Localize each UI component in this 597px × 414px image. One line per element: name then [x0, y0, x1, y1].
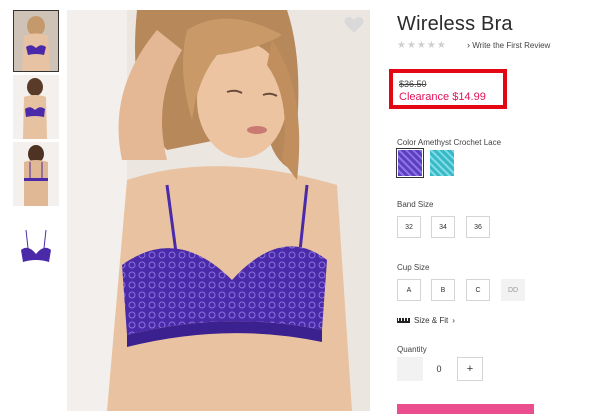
- thumbnail-1[interactable]: [13, 10, 59, 72]
- cup-size-dd[interactable]: DD: [501, 279, 525, 301]
- size-fit-link[interactable]: Size & Fit ›: [397, 316, 455, 325]
- original-price: $36.50: [399, 79, 427, 89]
- quantity-decrement-button[interactable]: [397, 357, 423, 381]
- band-size-label: Band Size: [397, 200, 434, 209]
- price-highlight-box: $36.50 Clearance $14.99: [389, 69, 507, 109]
- quantity-label: Quantity: [397, 345, 427, 354]
- cup-size-c[interactable]: C: [466, 279, 490, 301]
- swatch-teal[interactable]: [430, 150, 454, 176]
- product-title: Wireless Bra: [397, 13, 513, 35]
- thumbnail-3[interactable]: [13, 142, 59, 206]
- quantity-value[interactable]: 0: [424, 357, 454, 381]
- cup-size-a[interactable]: A: [397, 279, 421, 301]
- cup-size-label: Cup Size: [397, 263, 430, 272]
- size-fit-label: Size & Fit: [414, 316, 449, 325]
- write-review-link[interactable]: › Write the First Review: [467, 40, 550, 50]
- thumbnail-4[interactable]: [13, 224, 59, 268]
- add-to-bag-button[interactable]: [397, 404, 534, 414]
- heart-icon[interactable]: [343, 15, 365, 35]
- thumbnail-2[interactable]: [13, 75, 59, 139]
- main-product-image: [67, 10, 370, 411]
- clearance-price: Clearance $14.99: [399, 91, 486, 103]
- band-size-36[interactable]: 36: [466, 216, 490, 238]
- ruler-icon: [397, 318, 410, 323]
- rating-stars: ★★★★★: [397, 40, 447, 51]
- swatch-amethyst[interactable]: [396, 148, 424, 178]
- band-size-34[interactable]: 34: [431, 216, 455, 238]
- quantity-increment-button[interactable]: +: [457, 357, 483, 381]
- review-link-label: Write the First Review: [472, 41, 551, 50]
- band-size-32[interactable]: 32: [397, 216, 421, 238]
- chevron-right-icon: ›: [452, 316, 455, 325]
- color-label: Color Amethyst Crochet Lace: [397, 138, 502, 147]
- chevron-right-icon: ›: [467, 40, 470, 50]
- cup-size-b[interactable]: B: [431, 279, 455, 301]
